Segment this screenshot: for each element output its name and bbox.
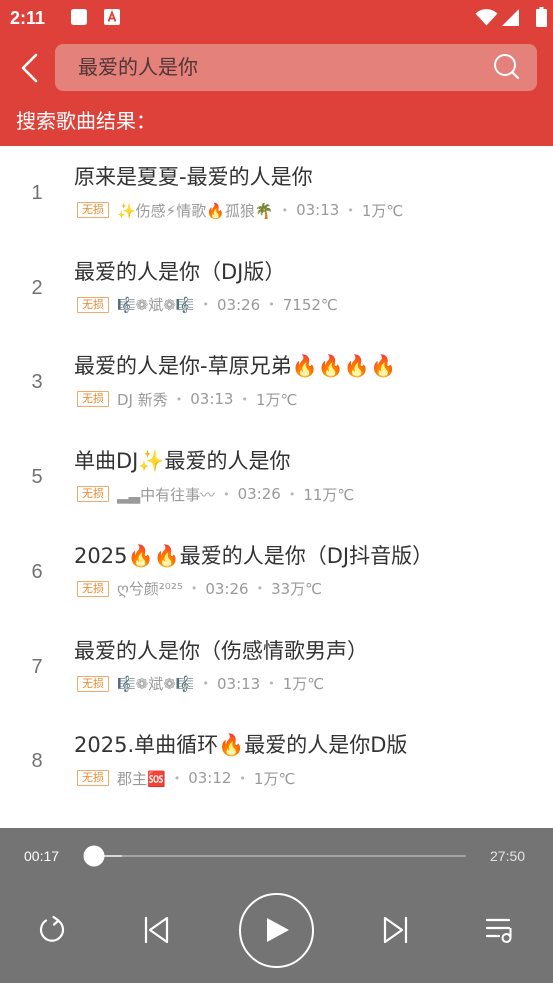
meta-separator: • — [281, 203, 289, 217]
song-artist: ღ兮颜²⁰²⁵ — [117, 580, 183, 599]
song-meta: 无损 ▂▃中有往事〰 • 03:26 • 11万℃ — [77, 483, 537, 505]
song-artist: 🎼❁斌❁🎼 — [117, 675, 195, 693]
song-row[interactable]: 6 2025🔥🔥最爱的人是你（DJ抖音版） 无损 ღ兮颜²⁰²⁵ • 03:26… — [0, 525, 553, 620]
song-duration: 03:26 — [205, 579, 249, 598]
song-title: 原来是夏夏-最爱的人是你 — [74, 165, 313, 189]
song-duration: 03:13 — [217, 674, 261, 693]
song-heat: 1万℃ — [255, 390, 298, 409]
meta-separator: • — [268, 677, 275, 690]
meta-separator: • — [268, 298, 275, 312]
lossless-badge: 无损 — [77, 391, 109, 408]
results-label: 搜索歌曲结果： — [16, 109, 156, 133]
signal-icon — [502, 9, 519, 26]
song-meta: 无损 🎼❁斌❁🎼 • 03:13 • 1万℃ — [77, 673, 537, 695]
song-heat: 1万℃ — [361, 201, 404, 220]
lossless-badge: 无损 — [77, 675, 109, 692]
lossless-badge: 无损 — [77, 202, 109, 218]
meta-separator: • — [173, 771, 181, 785]
playlist-icon[interactable] — [485, 915, 515, 945]
song-artist: ✨伤感⚡情歌🔥孤狼🌴 — [117, 201, 274, 220]
song-artist: ▂▃中有往事〰 — [117, 485, 216, 504]
next-track-icon[interactable] — [381, 915, 411, 945]
song-title: 最爱的人是你-草原兄弟🔥🔥🔥🔥 — [74, 354, 397, 379]
meta-separator: • — [256, 582, 264, 596]
song-index: 2 — [31, 276, 43, 299]
progress-knob[interactable] — [83, 845, 105, 867]
song-duration: 03:13 — [296, 201, 340, 219]
lossless-badge: 无损 — [77, 486, 109, 503]
song-title: 最爱的人是你（DJ版） — [74, 259, 286, 284]
app-screen: 2:11 最爱的人是你 搜索歌曲结果： 1 原来是夏夏-最爱的人是你 无损 ✨伤… — [0, 0, 553, 983]
song-row[interactable]: 2 最爱的人是你（DJ版） 无损 🎼❁斌❁🎼 • 03:26 • 7152℃ — [0, 241, 553, 336]
song-duration: 03:26 — [217, 295, 261, 314]
song-meta: 无损 ღ兮颜²⁰²⁵ • 03:26 • 33万℃ — [77, 578, 537, 600]
play-icon — [267, 918, 289, 942]
lossless-badge: 无损 — [77, 580, 109, 597]
song-row[interactable]: 7 最爱的人是你（伤感情歌男声） 无损 🎼❁斌❁🎼 • 03:13 • 1万℃ — [0, 620, 553, 715]
song-index: 5 — [31, 466, 43, 489]
meta-separator: • — [347, 203, 354, 217]
header: 2:11 最爱的人是你 搜索歌曲结果： — [0, 0, 553, 146]
total-time: 27:50 — [490, 848, 526, 864]
song-title: 最爱的人是你（伤感情歌男声） — [74, 638, 368, 663]
current-time: 00:17 — [24, 848, 60, 864]
song-heat: 33万℃ — [271, 580, 323, 599]
song-artist: 🎼❁斌❁🎼 — [117, 296, 195, 315]
play-button[interactable] — [239, 893, 314, 968]
song-meta: 无损 ✨伤感⚡情歌🔥孤狼🌴 • 03:13 • 1万℃ — [77, 199, 537, 221]
song-duration: 03:12 — [188, 769, 232, 788]
song-meta: 无损 🎼❁斌❁🎼 • 03:26 • 7152℃ — [77, 294, 537, 316]
meta-separator: • — [239, 771, 246, 785]
wifi-icon — [475, 9, 498, 26]
song-artist: 郡主🆘 — [117, 769, 166, 788]
meta-separator: • — [223, 487, 230, 501]
meta-separator: • — [175, 392, 183, 406]
search-field[interactable]: 最爱的人是你 — [55, 44, 537, 91]
song-artist: DJ 新秀 — [117, 390, 168, 409]
lossless-badge: 无损 — [77, 770, 109, 787]
song-meta: 无损 郡主🆘 • 03:12 • 1万℃ — [77, 767, 537, 789]
meta-separator: • — [288, 487, 296, 501]
repeat-icon[interactable] — [35, 913, 69, 947]
meta-separator: • — [202, 677, 210, 690]
song-meta: 无损 DJ 新秀 • 03:13 • 1万℃ — [77, 388, 537, 410]
previous-track-icon[interactable] — [141, 915, 171, 945]
search-query-text: 最爱的人是你 — [78, 55, 198, 79]
song-heat: 1万℃ — [253, 769, 296, 788]
song-row[interactable]: 3 最爱的人是你-草原兄弟🔥🔥🔥🔥 无损 DJ 新秀 • 03:13 • 1万℃ — [0, 335, 553, 430]
song-row[interactable]: 5 单曲DJ✨最爱的人是你 无损 ▂▃中有往事〰 • 03:26 • 11万℃ — [0, 430, 553, 525]
search-icon[interactable] — [490, 51, 522, 83]
song-index: 8 — [31, 750, 43, 773]
song-index: 3 — [31, 371, 43, 394]
song-row[interactable]: 1 原来是夏夏-最爱的人是你 无损 ✨伤感⚡情歌🔥孤狼🌴 • 03:13 • 1… — [0, 146, 553, 241]
progress-slider[interactable] — [83, 845, 466, 867]
song-list: 1 原来是夏夏-最爱的人是你 无损 ✨伤感⚡情歌🔥孤狼🌴 • 03:13 • 1… — [0, 146, 553, 828]
song-duration: 03:26 — [237, 485, 281, 504]
song-row[interactable]: 8 2025.单曲循环🔥最爱的人是你D版 无损 郡主🆘 • 03:12 • 1万… — [0, 714, 553, 809]
song-heat: 7152℃ — [282, 295, 338, 314]
song-title: 单曲DJ✨最爱的人是你 — [74, 449, 291, 474]
back-arrow-icon[interactable] — [14, 50, 48, 86]
song-title: 2025🔥🔥最爱的人是你（DJ抖音版） — [74, 543, 434, 568]
battery-icon — [536, 7, 547, 27]
app-notification-icon — [104, 9, 120, 25]
song-heat: 11万℃ — [303, 485, 355, 504]
song-duration: 03:13 — [190, 390, 234, 409]
meta-separator: • — [202, 298, 210, 312]
music-player: 00:17 27:50 — [0, 828, 553, 983]
lossless-badge: 无损 — [77, 296, 109, 313]
song-index: 6 — [31, 560, 43, 583]
song-title: 2025.单曲循环🔥最爱的人是你D版 — [74, 733, 408, 758]
meta-separator: • — [241, 392, 248, 406]
notification-icon — [71, 9, 87, 25]
status-time: 2:11 — [10, 8, 46, 28]
meta-separator: • — [190, 582, 198, 596]
song-index: 1 — [31, 182, 43, 204]
song-index: 7 — [31, 655, 43, 678]
song-heat: 1万℃ — [282, 675, 325, 693]
